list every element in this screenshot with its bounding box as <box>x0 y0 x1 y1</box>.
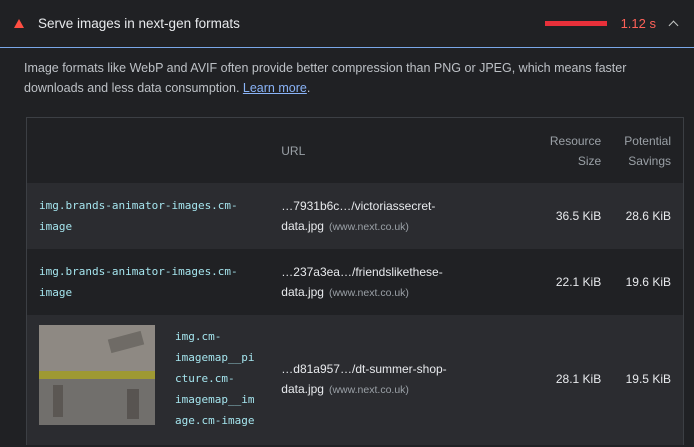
url-line2-wrap: data.jpg (www.next.co.uk) <box>281 216 511 237</box>
potential-savings: 28.6 KiB <box>625 209 671 223</box>
node-line: imagemap__im <box>175 393 255 406</box>
audit-title: Serve images in next-gen formats <box>38 16 240 31</box>
header-potential-savings: Potential Savings <box>601 131 683 171</box>
url-line1[interactable]: …7931b6c…/victoriassecret- <box>281 196 511 216</box>
node-line: imagemap__pi <box>175 351 255 364</box>
url-line2[interactable]: data.jpg <box>281 382 324 396</box>
audit-description: Image formats like WebP and AVIF often p… <box>0 48 694 108</box>
header-size-line2: Size <box>577 153 602 168</box>
header-savings-line2: Savings <box>628 153 671 168</box>
audit-header[interactable]: Serve images in next-gen formats 1.12 s <box>0 0 694 48</box>
potential-savings: 19.5 KiB <box>625 372 671 386</box>
url-line2-wrap: data.jpg (www.next.co.uk) <box>281 282 511 303</box>
description-end: . <box>306 81 311 95</box>
url-host: (www.next.co.uk) <box>328 384 409 396</box>
table-row: img.cm- imagemap__pi cture.cm- imagemap_… <box>27 315 683 445</box>
table-row: img.brands-animator-images.cm- image …79… <box>27 183 683 249</box>
node-line: img.cm- <box>175 330 222 343</box>
header-size-line1: Resource <box>549 133 602 148</box>
audit-next-gen-formats: Serve images in next-gen formats 1.12 s … <box>0 0 694 447</box>
node-line: img.brands-animator-images.cm- <box>39 199 238 212</box>
resource-size: 36.5 KiB <box>555 209 602 223</box>
url-host: (www.next.co.uk) <box>328 220 409 233</box>
url-line1[interactable]: …d81a957…/dt-summer-shop- <box>281 359 511 379</box>
url-line2-wrap: data.jpg (www.next.co.uk) <box>281 379 511 400</box>
node-line: img.brands-animator-images.cm- <box>39 265 238 278</box>
savings-bar <box>544 21 607 26</box>
node-cell: img.brands-animator-images.cm- image <box>27 261 268 303</box>
resource-size: 28.1 KiB <box>555 372 602 386</box>
node-cell: img.cm- imagemap__pi cture.cm- imagemap_… <box>27 315 268 431</box>
url-host: (www.next.co.uk) <box>328 286 409 299</box>
thumb-overlay <box>39 325 155 425</box>
url-line1[interactable]: …237a3ea…/friendslikethese- <box>281 262 511 282</box>
url-line2[interactable]: data.jpg <box>281 219 324 233</box>
url-line2[interactable]: data.jpg <box>281 285 324 299</box>
element-screenshot-thumbnail[interactable] <box>39 325 155 425</box>
node-selector[interactable]: img.brands-animator-images.cm- image <box>39 261 268 303</box>
node-cell: img.brands-animator-images.cm- image <box>27 195 268 237</box>
table-header: URL Resource Size Potential Savings <box>27 118 683 183</box>
table-row: img.brands-animator-images.cm- image …23… <box>27 249 683 315</box>
url-cell: …d81a957…/dt-summer-shop- data.jpg (www.n… <box>268 315 511 400</box>
learn-more-link[interactable]: Learn more <box>243 81 307 95</box>
url-cell: …237a3ea…/friendslikethese- data.jpg (www… <box>268 262 511 303</box>
node-line: image <box>39 286 73 299</box>
header-savings-line1: Potential <box>624 133 671 148</box>
fail-triangle-icon <box>14 18 24 28</box>
potential-savings: 19.6 KiB <box>625 275 671 289</box>
node-selector[interactable]: img.brands-animator-images.cm- image <box>39 195 268 237</box>
savings-value: 1.12 s <box>620 16 656 31</box>
description-text: Image formats like WebP and AVIF often p… <box>24 61 627 95</box>
url-cell: …7931b6c…/victoriassecret- data.jpg (www.… <box>268 196 511 237</box>
chevron-up-icon[interactable] <box>668 20 679 31</box>
header-resource-size: Resource Size <box>512 131 602 171</box>
details-table: URL Resource Size Potential Savings img.… <box>26 117 684 445</box>
node-line: cture.cm- <box>175 372 235 385</box>
resource-size: 22.1 KiB <box>555 275 602 289</box>
header-url: URL <box>281 143 306 158</box>
node-line: image <box>39 220 73 233</box>
node-selector[interactable]: img.cm- imagemap__pi cture.cm- imagemap_… <box>175 325 254 431</box>
node-line: age.cm-image <box>175 414 255 427</box>
